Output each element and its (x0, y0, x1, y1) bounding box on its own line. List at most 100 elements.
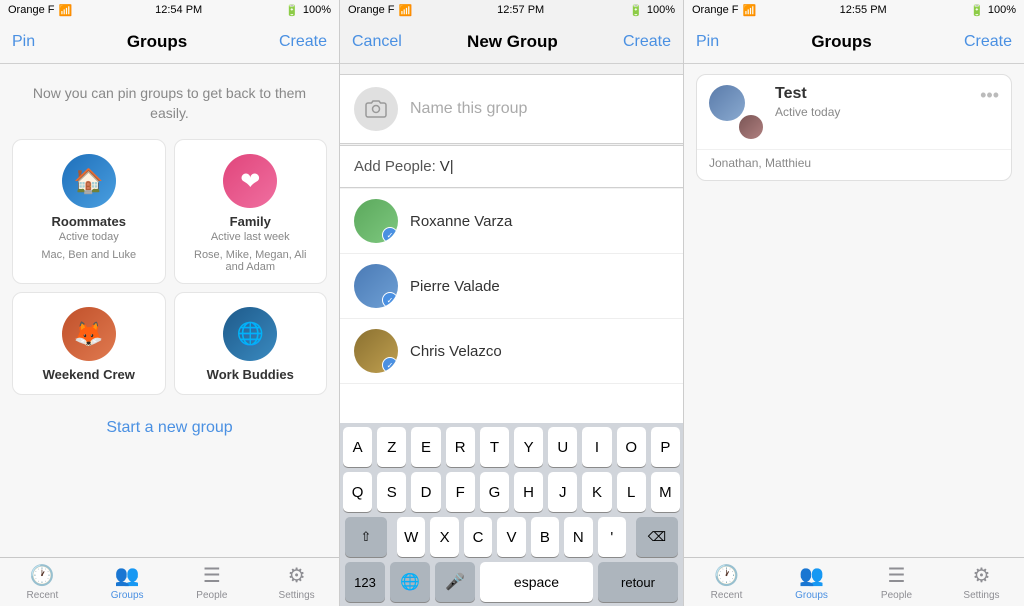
add-people-section: Add People: V| (340, 145, 683, 188)
battery-icon-left: 🔋 (285, 4, 299, 17)
shift-key[interactable]: ⇧ (345, 517, 387, 557)
people-icon-left: ☰ (203, 563, 221, 588)
keyboard-row-2: Q S D F G H J K L M (343, 472, 680, 512)
battery-left: 100% (303, 4, 331, 16)
group-card-workbuddies[interactable]: 🌐 Work Buddies (174, 292, 328, 395)
key-m[interactable]: M (651, 472, 680, 512)
contact-name-roxanne: Roxanne Varza (410, 213, 512, 230)
pin-button-left[interactable]: Pin (12, 33, 35, 51)
left-panel-content: Now you can pin groups to get back to th… (0, 64, 339, 557)
group-detail-name: Test (775, 85, 980, 103)
contact-item-roxanne[interactable]: Roxanne Varza (340, 189, 683, 254)
tab-groups-left[interactable]: 👥 Groups (85, 558, 170, 606)
status-bar-middle: Orange F 📶 12:57 PM 🔋 100% (340, 0, 683, 20)
key-j[interactable]: J (548, 472, 577, 512)
gear-icon-right: ⚙ (973, 563, 991, 588)
key-a[interactable]: A (343, 427, 372, 467)
key-t[interactable]: T (480, 427, 509, 467)
keyboard: A Z E R T Y U I O P Q S D F G H J K L M … (340, 423, 683, 606)
create-button-left[interactable]: Create (279, 33, 327, 51)
nav-bar-left: Pin Groups Create (0, 20, 339, 64)
group-members-roommates: Mac, Ben and Luke (41, 249, 136, 261)
key-g[interactable]: G (480, 472, 509, 512)
key-s[interactable]: S (377, 472, 406, 512)
tab-settings-right[interactable]: ⚙ Settings (939, 558, 1024, 606)
key-o[interactable]: O (617, 427, 646, 467)
people-icon-right: ☰ (888, 563, 906, 588)
key-i[interactable]: I (582, 427, 611, 467)
gear-icon-left: ⚙ (288, 563, 306, 588)
avatar-weekend: 🦊 (62, 307, 116, 361)
mic-key[interactable]: 🎤 (435, 562, 475, 602)
group-card-family[interactable]: ❤ Family Active last week Rose, Mike, Me… (174, 139, 328, 284)
key-w[interactable]: W (397, 517, 425, 557)
group-name-workbuddies: Work Buddies (207, 367, 294, 382)
group-info: Test Active today (775, 85, 980, 119)
key-c[interactable]: C (464, 517, 492, 557)
groups-icon-left: 👥 (115, 563, 140, 588)
key-f[interactable]: F (446, 472, 475, 512)
key-h[interactable]: H (514, 472, 543, 512)
key-v[interactable]: V (497, 517, 525, 557)
nav-title-middle: New Group (467, 32, 558, 52)
time-right: 12:55 PM (840, 4, 887, 16)
tab-people-right[interactable]: ☰ People (854, 558, 939, 606)
group-card-weekend[interactable]: 🦊 Weekend Crew (12, 292, 166, 395)
key-apostrophe[interactable]: ' (598, 517, 626, 557)
key-k[interactable]: K (582, 472, 611, 512)
signal-icon-right: 📶 (742, 4, 756, 17)
name-group-section: Name this group (340, 74, 683, 144)
groups-grid: 🏠 Roommates Active today Mac, Ben and Lu… (0, 139, 339, 407)
avatar-family: ❤ (223, 154, 277, 208)
camera-button[interactable] (354, 87, 398, 131)
add-people-input[interactable]: V| (440, 158, 454, 175)
create-button-right[interactable]: Create (964, 33, 1012, 51)
pin-button-right[interactable]: Pin (696, 33, 719, 51)
start-new-group-button[interactable]: Start a new group (0, 407, 339, 449)
tab-recent-right[interactable]: 🕐 Recent (684, 558, 769, 606)
cancel-button[interactable]: Cancel (352, 33, 402, 51)
create-button-middle[interactable]: Create (623, 33, 671, 51)
key-p[interactable]: P (651, 427, 680, 467)
contact-item-chris[interactable]: Chris Velazco (340, 319, 683, 384)
group-detail-card[interactable]: Test Active today ••• Jonathan, Matthieu (696, 74, 1012, 181)
tab-groups-right[interactable]: 👥 Groups (769, 558, 854, 606)
battery-icon-right: 🔋 (970, 4, 984, 17)
key-y[interactable]: Y (514, 427, 543, 467)
key-q[interactable]: Q (343, 472, 372, 512)
contact-name-pierre: Pierre Valade (410, 278, 500, 295)
tab-bar-left: 🕐 Recent 👥 Groups ☰ People ⚙ Settings (0, 557, 339, 606)
group-card-roommates[interactable]: 🏠 Roommates Active today Mac, Ben and Lu… (12, 139, 166, 284)
contact-name-chris: Chris Velazco (410, 343, 502, 360)
carrier-middle: Orange F (348, 4, 394, 16)
space-key[interactable]: espace (480, 562, 593, 602)
tab-settings-left[interactable]: ⚙ Settings (254, 558, 339, 606)
delete-key[interactable]: ⌫ (636, 517, 678, 557)
group-avatar-cluster (709, 85, 765, 141)
key-u[interactable]: U (548, 427, 577, 467)
group-options-button[interactable]: ••• (980, 85, 999, 106)
key-z[interactable]: Z (377, 427, 406, 467)
globe-key[interactable]: 🌐 (390, 562, 430, 602)
tab-recent-left[interactable]: 🕐 Recent (0, 558, 85, 606)
key-r[interactable]: R (446, 427, 475, 467)
numbers-key[interactable]: 123 (345, 562, 385, 602)
carrier-right: Orange F (692, 4, 738, 16)
tab-label-people-left: People (196, 590, 227, 601)
key-n[interactable]: N (564, 517, 592, 557)
key-d[interactable]: D (411, 472, 440, 512)
key-b[interactable]: B (531, 517, 559, 557)
tab-label-settings-left: Settings (279, 590, 315, 601)
tab-people-left[interactable]: ☰ People (170, 558, 255, 606)
group-members-family: Rose, Mike, Megan, Ali and Adam (185, 249, 317, 273)
group-members-line: Jonathan, Matthieu (697, 149, 1011, 180)
left-panel: Orange F 📶 12:54 PM 🔋 100% Pin Groups Cr… (0, 0, 340, 606)
key-l[interactable]: L (617, 472, 646, 512)
name-group-input[interactable]: Name this group (410, 100, 669, 118)
nav-bar-right: Pin Groups Create (684, 20, 1024, 64)
contact-item-pierre[interactable]: Pierre Valade (340, 254, 683, 319)
key-x[interactable]: X (430, 517, 458, 557)
cluster-avatar-1 (709, 85, 745, 121)
key-e[interactable]: E (411, 427, 440, 467)
return-key[interactable]: retour (598, 562, 678, 602)
